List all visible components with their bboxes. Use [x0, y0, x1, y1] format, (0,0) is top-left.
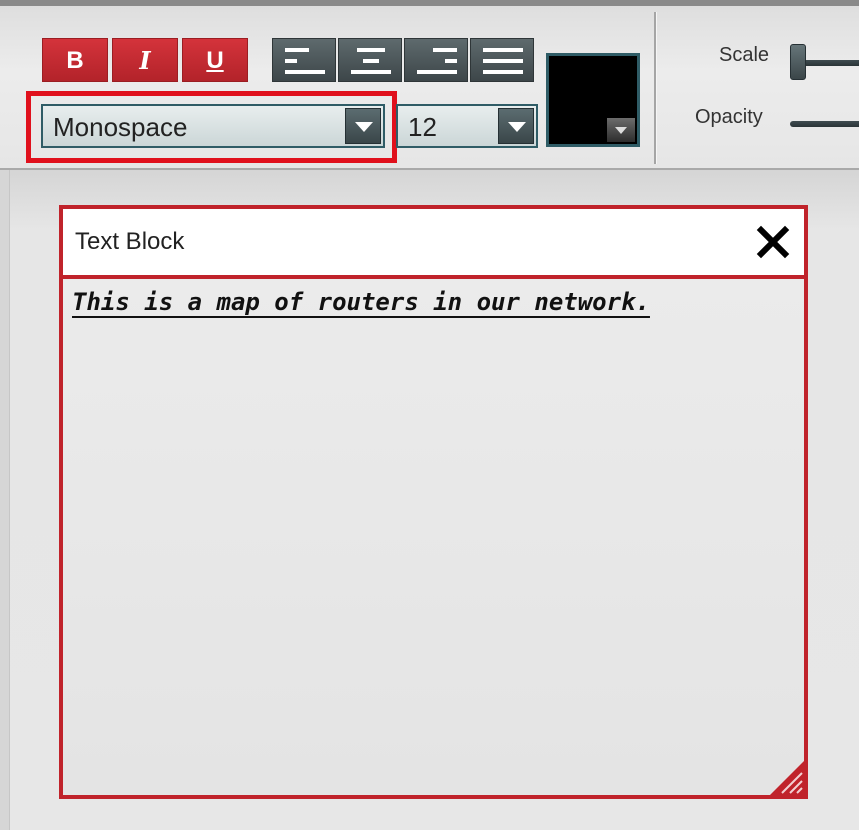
font-family-dropdown[interactable]: Monospace [41, 104, 385, 148]
opacity-slider-track[interactable] [790, 121, 859, 127]
italic-button[interactable]: I [112, 38, 178, 82]
align-justify-button[interactable] [470, 38, 534, 82]
font-size-dropdown[interactable]: 12 [396, 104, 538, 148]
text-block-content-text: This is a map of routers in our network. [72, 288, 650, 316]
align-right-icon [417, 48, 457, 74]
panel-title: Text Block [75, 228, 185, 255]
align-left-icon [285, 48, 325, 74]
text-block-header[interactable]: Text Block [63, 209, 804, 279]
font-size-value: 12 [408, 112, 437, 142]
chevron-down-icon[interactable] [607, 118, 635, 142]
underline-button[interactable]: U [182, 38, 248, 82]
resize-handle-icon[interactable] [770, 761, 804, 795]
close-icon[interactable] [756, 225, 790, 259]
align-right-button[interactable] [404, 38, 468, 82]
text-block-content[interactable]: This is a map of routers in our network. [72, 283, 712, 322]
chevron-down-icon[interactable] [345, 108, 381, 144]
align-justify-icon [483, 48, 523, 74]
align-center-icon [351, 48, 391, 74]
scale-label: Scale [719, 44, 770, 66]
toolbar-divider [654, 12, 657, 164]
bold-button[interactable]: B [42, 38, 108, 82]
text-color-picker[interactable] [546, 53, 640, 147]
text-block-panel: Text Block This is a map of routers in o… [59, 205, 808, 799]
opacity-label: Opacity [695, 106, 763, 128]
align-center-button[interactable] [338, 38, 402, 82]
chevron-down-icon[interactable] [498, 108, 534, 144]
align-left-button[interactable] [272, 38, 336, 82]
font-family-value: Monospace [53, 112, 188, 142]
scale-slider-handle[interactable] [790, 44, 806, 80]
